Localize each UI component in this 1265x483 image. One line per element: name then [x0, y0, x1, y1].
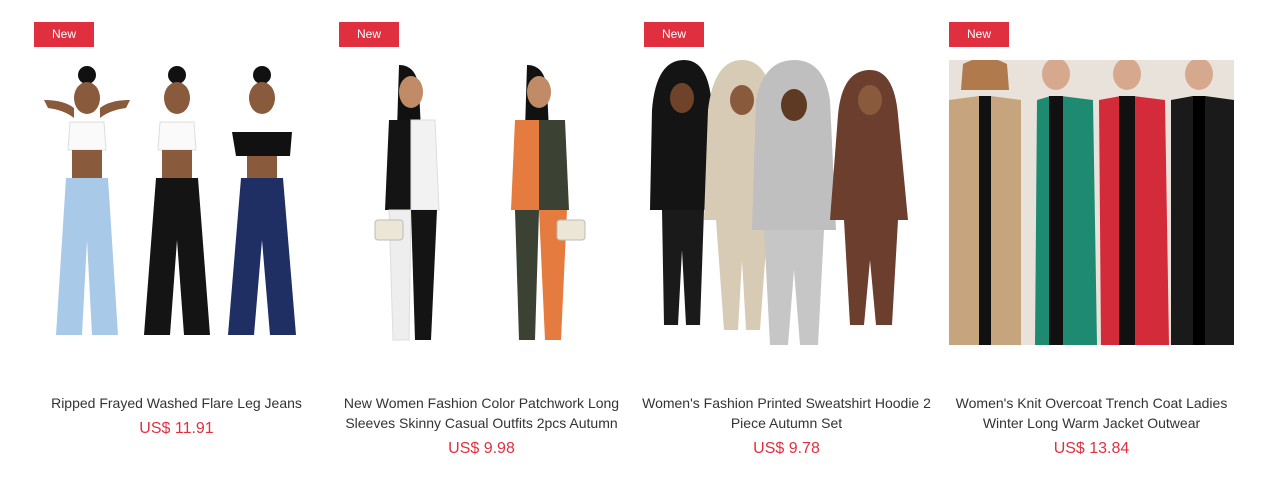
product-info: Women's Knit Overcoat Trench Coat Ladies… [945, 393, 1238, 459]
product-price: US$ 11.91 [139, 420, 214, 437]
product-image[interactable] [34, 60, 319, 345]
product-image[interactable] [339, 60, 624, 345]
new-badge: New [644, 22, 704, 47]
new-badge: New [34, 22, 94, 47]
product-image[interactable] [949, 60, 1234, 345]
flare-jeans-image [34, 60, 319, 345]
overcoats-image [949, 60, 1234, 345]
product-info: Ripped Frayed Washed Flare Leg Jeans US$… [30, 393, 323, 439]
product-price: US$ 13.84 [1053, 440, 1130, 457]
new-badge: New [339, 22, 399, 47]
product-price: US$ 9.98 [448, 440, 515, 457]
product-title[interactable]: Women's Knit Overcoat Trench Coat Ladies… [956, 395, 1228, 431]
hoodie-sets-image [644, 60, 929, 345]
product-title[interactable]: Ripped Frayed Washed Flare Leg Jeans [51, 395, 302, 411]
product-grid: New Ripped Frayed Washed Flare Leg Jeans… [0, 0, 1265, 483]
product-card[interactable]: New [945, 0, 1250, 483]
product-card[interactable]: New Women's Fashion Printed Sweatshirt H… [640, 0, 945, 483]
product-title[interactable]: New Women Fashion Color Patchwork Long S… [344, 395, 619, 431]
product-card[interactable]: New [30, 0, 335, 483]
product-title[interactable]: Women's Fashion Printed Sweatshirt Hoodi… [642, 395, 931, 431]
product-price: US$ 9.78 [753, 440, 820, 457]
patchwork-outfits-image [339, 60, 624, 345]
new-badge: New [949, 22, 1009, 47]
product-info: Women's Fashion Printed Sweatshirt Hoodi… [640, 393, 933, 459]
product-card[interactable]: New New Women Fashion Color Patchwork Lo… [335, 0, 640, 483]
product-image[interactable] [644, 60, 929, 345]
product-info: New Women Fashion Color Patchwork Long S… [335, 393, 628, 459]
